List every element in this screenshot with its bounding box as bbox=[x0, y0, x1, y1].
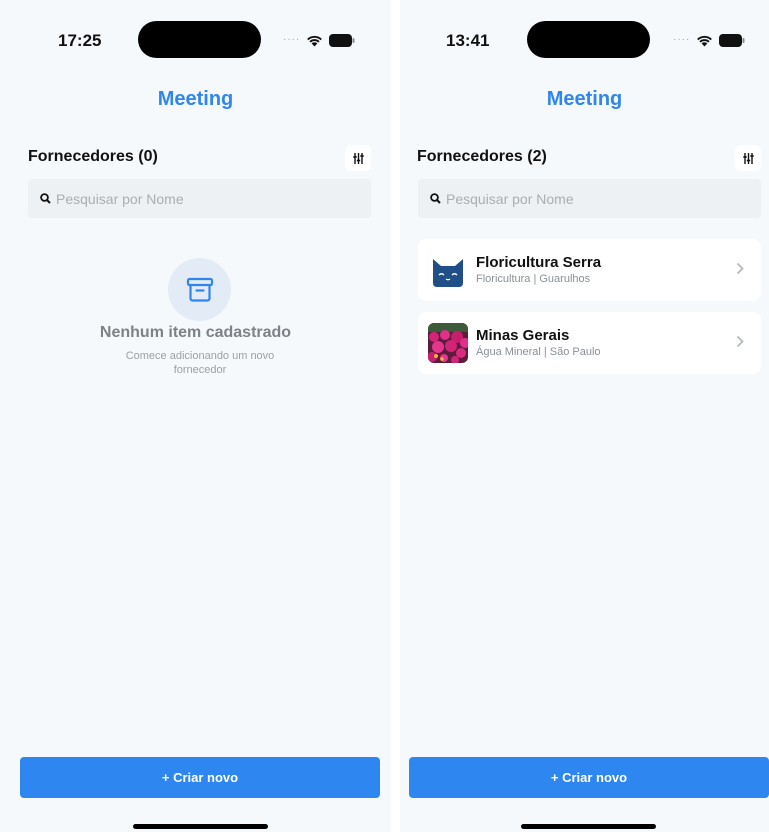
chevron-right-icon bbox=[736, 262, 744, 275]
supplier-name: Floricultura Serra bbox=[476, 254, 602, 271]
list-item[interactable]: Minas Gerais Água Mineral | São Paulo bbox=[418, 312, 761, 374]
sliders-icon bbox=[742, 152, 754, 164]
status-time: 17:25 bbox=[58, 31, 102, 50]
create-new-button[interactable]: + Criar novo bbox=[20, 757, 380, 798]
phone-screen-empty: 17:25 ···· Meeting Fornecedores (0) Pesq… bbox=[0, 0, 391, 832]
chevron-right-icon bbox=[736, 335, 744, 348]
section-title: Fornecedores (0) bbox=[28, 148, 158, 165]
cat-face-avatar bbox=[428, 250, 468, 290]
dynamic-island bbox=[527, 21, 650, 58]
search-input[interactable] bbox=[56, 190, 356, 207]
empty-state-icon-circle bbox=[168, 258, 231, 321]
sliders-icon bbox=[352, 152, 364, 164]
home-indicator bbox=[133, 824, 268, 829]
battery-icon bbox=[719, 33, 745, 47]
supplier-subtitle: Água Mineral | São Paulo bbox=[476, 346, 601, 358]
section-title: Fornecedores (2) bbox=[417, 148, 547, 165]
supplier-list: Floricultura Serra Floricultura | Guarul… bbox=[418, 239, 761, 385]
search-bar[interactable] bbox=[418, 179, 761, 218]
signal-dots-icon: ···· bbox=[673, 34, 691, 45]
nav-title: Meeting bbox=[546, 88, 623, 110]
wifi-icon bbox=[306, 34, 323, 47]
wifi-icon bbox=[696, 34, 713, 47]
filter-button[interactable] bbox=[735, 145, 761, 171]
nav-title: Meeting bbox=[157, 88, 234, 110]
supplier-name: Minas Gerais bbox=[476, 327, 570, 344]
search-icon bbox=[40, 193, 51, 204]
flower-photo-avatar bbox=[428, 323, 468, 363]
search-bar[interactable] bbox=[28, 179, 371, 218]
supplier-subtitle: Floricultura | Guarulhos bbox=[476, 273, 591, 285]
list-item[interactable]: Floricultura Serra Floricultura | Guarul… bbox=[418, 239, 761, 301]
signal-dots-icon: ···· bbox=[283, 34, 301, 45]
archive-box-icon bbox=[186, 277, 213, 302]
status-indicators: ···· bbox=[673, 33, 745, 47]
phone-screen-list: 13:41 ···· Meeting Fornecedores (2) Pesq… bbox=[400, 0, 769, 832]
status-time: 13:41 bbox=[446, 31, 490, 50]
empty-state-title: Nenhum item cadastrado bbox=[99, 324, 292, 341]
status-indicators: ···· bbox=[283, 33, 355, 47]
home-indicator bbox=[521, 824, 656, 829]
search-input[interactable] bbox=[446, 190, 746, 207]
filter-button[interactable] bbox=[345, 145, 371, 171]
search-icon bbox=[430, 193, 441, 204]
empty-state-subtitle: Comece adicionando um novo fornecedor bbox=[125, 350, 275, 376]
battery-icon bbox=[329, 33, 355, 47]
dynamic-island bbox=[138, 21, 261, 58]
create-new-button[interactable]: + Criar novo bbox=[409, 757, 769, 798]
